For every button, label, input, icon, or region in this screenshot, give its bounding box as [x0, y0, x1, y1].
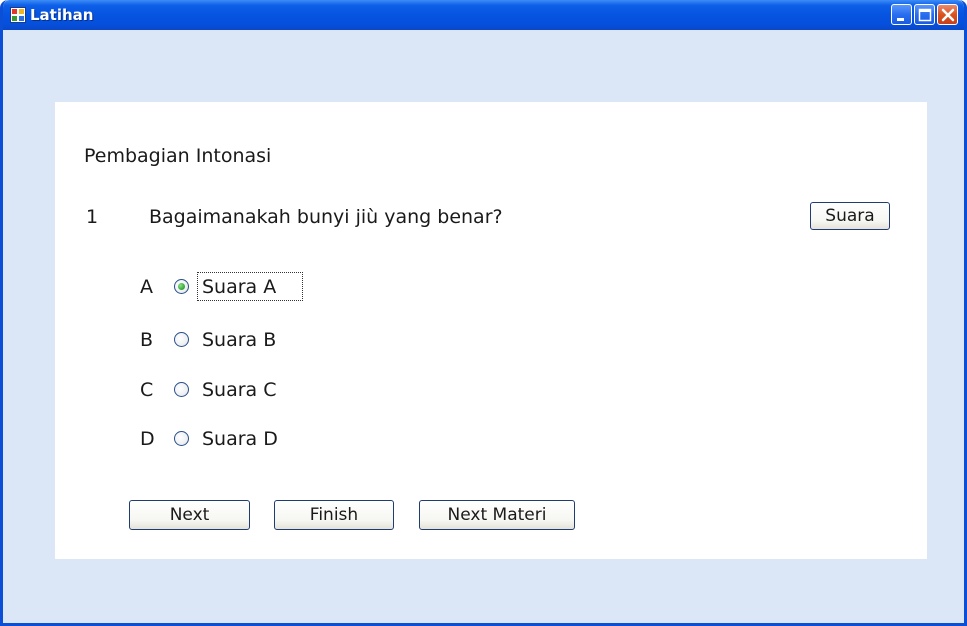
option-c-label[interactable]: Suara C	[202, 379, 277, 401]
maximize-icon	[918, 8, 932, 22]
quiz-window: Latihan Pembagian Intonasi 1 Bagaimanaka…	[0, 0, 967, 626]
minimize-icon	[897, 18, 904, 21]
option-d-radio[interactable]	[174, 431, 189, 446]
window-title: Latihan	[30, 6, 94, 24]
option-d-label[interactable]: Suara D	[202, 428, 278, 450]
option-a-letter: A	[140, 276, 153, 298]
finish-button[interactable]: Finish	[274, 500, 394, 530]
option-a-label[interactable]: Suara A	[202, 276, 276, 298]
close-icon	[941, 8, 955, 22]
question-number: 1	[86, 206, 99, 228]
play-sound-button[interactable]: Suara	[810, 202, 890, 230]
title-bar[interactable]: Latihan	[3, 0, 964, 30]
section-heading: Pembagian Intonasi	[84, 145, 272, 167]
option-d-letter: D	[140, 428, 155, 450]
option-a-radio[interactable]	[174, 279, 189, 294]
option-b-label[interactable]: Suara B	[202, 329, 276, 351]
app-window-icon	[10, 7, 26, 23]
close-button[interactable]	[937, 4, 958, 25]
maximize-button[interactable]	[914, 4, 935, 25]
option-c-radio[interactable]	[174, 382, 189, 397]
option-c-letter: C	[140, 379, 154, 401]
next-materi-button[interactable]: Next Materi	[419, 500, 575, 530]
question-text: Bagaimanakah bunyi jiù yang benar?	[149, 206, 503, 228]
next-button[interactable]: Next	[129, 500, 250, 530]
minimize-button[interactable]	[891, 4, 912, 25]
option-b-radio[interactable]	[174, 332, 189, 347]
option-b-letter: B	[140, 329, 154, 351]
quiz-panel: Pembagian Intonasi 1 Bagaimanakah bunyi …	[55, 102, 927, 559]
